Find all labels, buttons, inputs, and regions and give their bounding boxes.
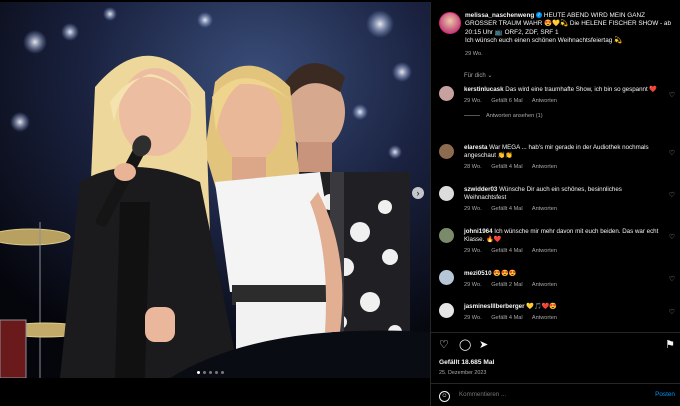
caption-age: 29 Wo. bbox=[465, 51, 483, 58]
commenter-username[interactable]: elaresta bbox=[464, 144, 487, 151]
comment-age: 29 Wo. bbox=[464, 248, 482, 255]
commenter-username[interactable]: mezi0510 bbox=[464, 270, 492, 277]
comment-age: 28 Wo. bbox=[464, 164, 482, 171]
reply-button[interactable]: Antworten bbox=[532, 164, 557, 170]
comment-body: kerstinlucask Das wird eine traumhafte S… bbox=[464, 86, 660, 121]
commenter-avatar[interactable] bbox=[439, 144, 454, 159]
comment-meta: 29 Wo. Gefällt 4 Mal Antworten bbox=[464, 205, 660, 213]
comment-like-heart-icon[interactable]: ♡ bbox=[669, 149, 675, 157]
comment-box: ☺ Posten bbox=[439, 391, 675, 403]
instagram-post-modal: › melissa_naschenweng ✓ HEUTE ABEND WIRD… bbox=[0, 0, 680, 406]
divider bbox=[431, 383, 680, 384]
carousel-dot bbox=[203, 371, 206, 374]
post-date: 25. Dezember 2023 bbox=[439, 370, 487, 376]
concert-photo bbox=[0, 2, 430, 378]
commenter-username[interactable]: jasmineslllberberger bbox=[464, 303, 525, 310]
commenter-avatar[interactable] bbox=[439, 186, 454, 201]
comment-age: 29 Wo. bbox=[464, 282, 482, 289]
save-bookmark-icon[interactable]: ⚑ bbox=[665, 338, 675, 351]
reply-button[interactable]: Antworten bbox=[532, 206, 557, 212]
view-replies-button[interactable]: Antworten ansehen (1) bbox=[464, 112, 660, 120]
comment-meta: 29 Wo. Gefällt 6 Mal Antworten bbox=[464, 97, 660, 105]
commenter-username[interactable]: johni1964 bbox=[464, 228, 493, 235]
owner-avatar[interactable] bbox=[439, 12, 461, 34]
post-actions: ♡ ◯ ➤ ⚑ bbox=[439, 338, 675, 352]
comment-like-heart-icon[interactable]: ♡ bbox=[669, 233, 675, 241]
next-image-button[interactable]: › bbox=[412, 187, 424, 199]
comment-like-heart-icon[interactable]: ♡ bbox=[669, 191, 675, 199]
commenter-username[interactable]: kerstinlucask bbox=[464, 86, 504, 93]
comment-likes[interactable]: Gefällt 6 Mal bbox=[491, 98, 522, 104]
comment-age: 29 Wo. bbox=[464, 206, 482, 213]
commenter-avatar[interactable] bbox=[439, 303, 454, 318]
carousel-dot bbox=[209, 371, 212, 374]
like-heart-icon[interactable]: ♡ bbox=[439, 338, 449, 351]
share-send-icon[interactable]: ➤ bbox=[479, 338, 488, 351]
comment-likes[interactable]: Gefällt 4 Mal bbox=[491, 315, 522, 321]
carousel-dot bbox=[215, 371, 218, 374]
emoji-smiley-icon[interactable]: ☺ bbox=[439, 391, 450, 402]
reply-button[interactable]: Antworten bbox=[532, 282, 557, 288]
commenter-username[interactable]: szwidder03 bbox=[464, 186, 497, 193]
comment-meta: 28 Wo. Gefällt 4 Mal Antworten bbox=[464, 163, 660, 171]
comment-body: mezi0510 😍😍😍 29 Wo. Gefällt 2 Mal Antwor… bbox=[464, 270, 660, 289]
comment-text: Ich wünsche mir mehr davon mit euch beid… bbox=[464, 228, 659, 244]
comment-body: jasmineslllberberger 💛🎵❤️😍 29 Wo. Gefäll… bbox=[464, 303, 660, 322]
caption-text: melissa_naschenweng ✓ HEUTE ABEND WIRD M… bbox=[465, 12, 675, 58]
comment-text: War MEGA ... hab's mir gerade in der Aud… bbox=[464, 144, 649, 160]
owner-username[interactable]: melissa_naschenweng bbox=[465, 12, 534, 19]
comment-text: 💛🎵❤️😍 bbox=[526, 303, 558, 310]
divider bbox=[431, 332, 680, 333]
reply-button[interactable]: Antworten bbox=[532, 98, 557, 104]
comment-like-heart-icon[interactable]: ♡ bbox=[669, 275, 675, 283]
carousel-dot bbox=[197, 371, 200, 374]
view-replies-label: Antworten ansehen (1) bbox=[486, 113, 543, 120]
post-side-panel: melissa_naschenweng ✓ HEUTE ABEND WIRD M… bbox=[430, 2, 680, 406]
reply-button[interactable]: Antworten bbox=[532, 315, 557, 321]
carousel-indicator bbox=[197, 371, 224, 374]
comment-age: 29 Wo. bbox=[464, 315, 482, 322]
carousel-dot bbox=[221, 371, 224, 374]
comment-text: 😍😍😍 bbox=[493, 270, 517, 277]
commenter-avatar[interactable] bbox=[439, 86, 454, 101]
comment-likes[interactable]: Gefällt 2 Mal bbox=[491, 282, 522, 288]
comment-likes[interactable]: Gefällt 4 Mal bbox=[491, 164, 522, 170]
comment-body: johni1964 Ich wünsche mir mehr davon mit… bbox=[464, 228, 660, 256]
comment-input[interactable] bbox=[459, 391, 639, 398]
comment-meta: 29 Wo. Gefällt 2 Mal Antworten bbox=[464, 281, 660, 289]
comment-meta: 29 Wo. Gefällt 4 Mal Antworten bbox=[464, 247, 660, 255]
comment-body: szwidder03 Wünsche Dir auch ein schönes,… bbox=[464, 186, 660, 214]
comment-meta: 29 Wo. Gefällt 4 Mal Antworten bbox=[464, 314, 660, 322]
comment-text: Das wird eine traumhafte Show, ich bin s… bbox=[505, 86, 658, 93]
comment-likes[interactable]: Gefällt 4 Mal bbox=[491, 248, 522, 254]
comment-like-heart-icon[interactable]: ♡ bbox=[669, 308, 675, 316]
commenter-avatar[interactable] bbox=[439, 228, 454, 243]
commenter-avatar[interactable] bbox=[439, 270, 454, 285]
reply-button[interactable]: Antworten bbox=[532, 248, 557, 254]
comment-likes[interactable]: Gefällt 4 Mal bbox=[491, 206, 522, 212]
comment-like-heart-icon[interactable]: ♡ bbox=[669, 91, 675, 99]
post-comment-button[interactable]: Posten bbox=[655, 391, 675, 398]
post-photo: › bbox=[0, 2, 430, 378]
caption-line2: Ich wünsch euch einen schönen Weihnachts… bbox=[465, 36, 623, 44]
verified-badge-icon: ✓ bbox=[536, 12, 543, 19]
translate-link[interactable]: Für dich ⌄ bbox=[464, 72, 492, 79]
comment-bubble-icon[interactable]: ◯ bbox=[459, 338, 471, 351]
comment-age: 29 Wo. bbox=[464, 98, 482, 105]
comment-body: elaresta War MEGA ... hab's mir gerade i… bbox=[464, 144, 660, 172]
likes-count[interactable]: Gefällt 18.685 Mal bbox=[439, 359, 494, 366]
